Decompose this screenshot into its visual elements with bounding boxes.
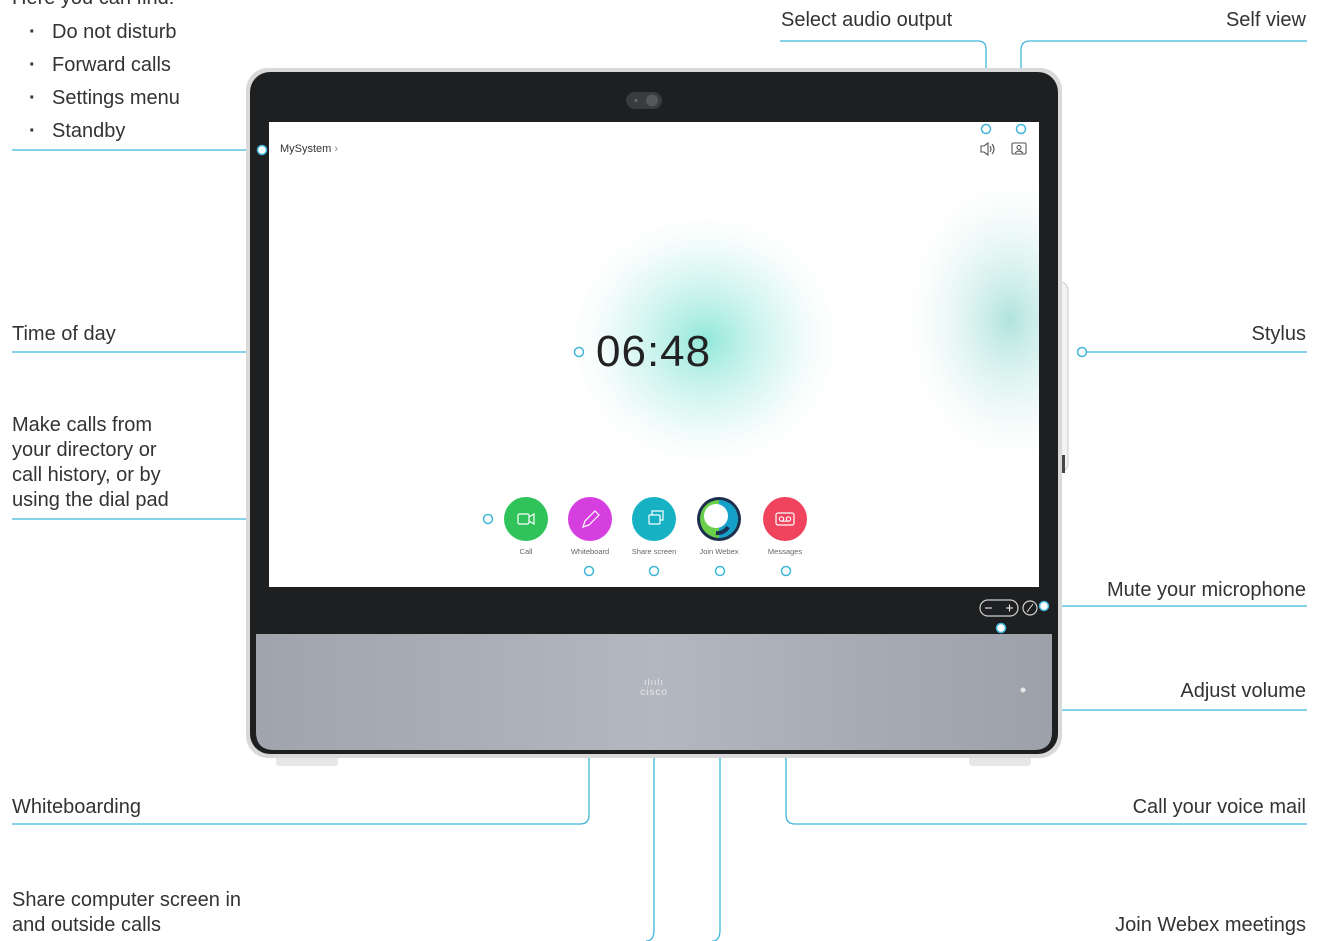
list-item: Settings menu bbox=[12, 82, 180, 115]
home-menu-list: Do not disturb Forward calls Settings me… bbox=[12, 16, 180, 148]
marker-audio-output bbox=[980, 123, 992, 135]
label-select-audio-output: Select audio output bbox=[781, 9, 953, 31]
messages-button bbox=[763, 497, 807, 541]
label-time-of-day: Time of day bbox=[12, 323, 116, 345]
label-call-voice-mail: Call your voice mail bbox=[1132, 796, 1306, 818]
marker-calls bbox=[482, 513, 494, 525]
call-button bbox=[504, 497, 548, 541]
label-share-screen: Share computer screen in and outside cal… bbox=[12, 889, 242, 936]
label-join-webex: Join Webex meetings bbox=[1115, 914, 1306, 936]
marker-self-view bbox=[1015, 123, 1027, 135]
cisco-logo: ılıılı cisco bbox=[640, 677, 668, 699]
share-screen-button bbox=[632, 497, 676, 541]
whiteboard-button bbox=[568, 497, 612, 541]
list-item: Forward calls bbox=[12, 49, 180, 82]
marker-mute bbox=[1038, 600, 1050, 612]
device-illustration bbox=[246, 68, 1088, 766]
marker-webex bbox=[714, 565, 726, 577]
label-self-view: Self view bbox=[1225, 9, 1306, 31]
marker-volume bbox=[995, 622, 1007, 634]
marker-mysystem bbox=[256, 144, 268, 156]
label-mute-microphone: Mute your microphone bbox=[1107, 579, 1306, 601]
intro-text: Here you can find: bbox=[12, 0, 174, 11]
label-make-calls: Make calls from your directory or call h… bbox=[12, 414, 169, 511]
label-adjust-volume: Adjust volume bbox=[1180, 680, 1306, 702]
list-item: Do not disturb bbox=[12, 16, 180, 49]
list-item: Standby bbox=[12, 115, 180, 148]
time-of-day: 06:48 bbox=[596, 327, 712, 376]
marker-share bbox=[648, 565, 660, 577]
label-stylus: Stylus bbox=[1251, 323, 1306, 345]
label-whiteboarding: Whiteboarding bbox=[12, 796, 141, 818]
marker-voicemail bbox=[780, 565, 792, 577]
marker-whiteboard bbox=[583, 565, 595, 577]
marker-time bbox=[573, 346, 585, 358]
marker-stylus bbox=[1076, 346, 1088, 358]
system-name[interactable]: MySystem › bbox=[280, 143, 338, 155]
messages-label: Messages bbox=[767, 547, 803, 556]
